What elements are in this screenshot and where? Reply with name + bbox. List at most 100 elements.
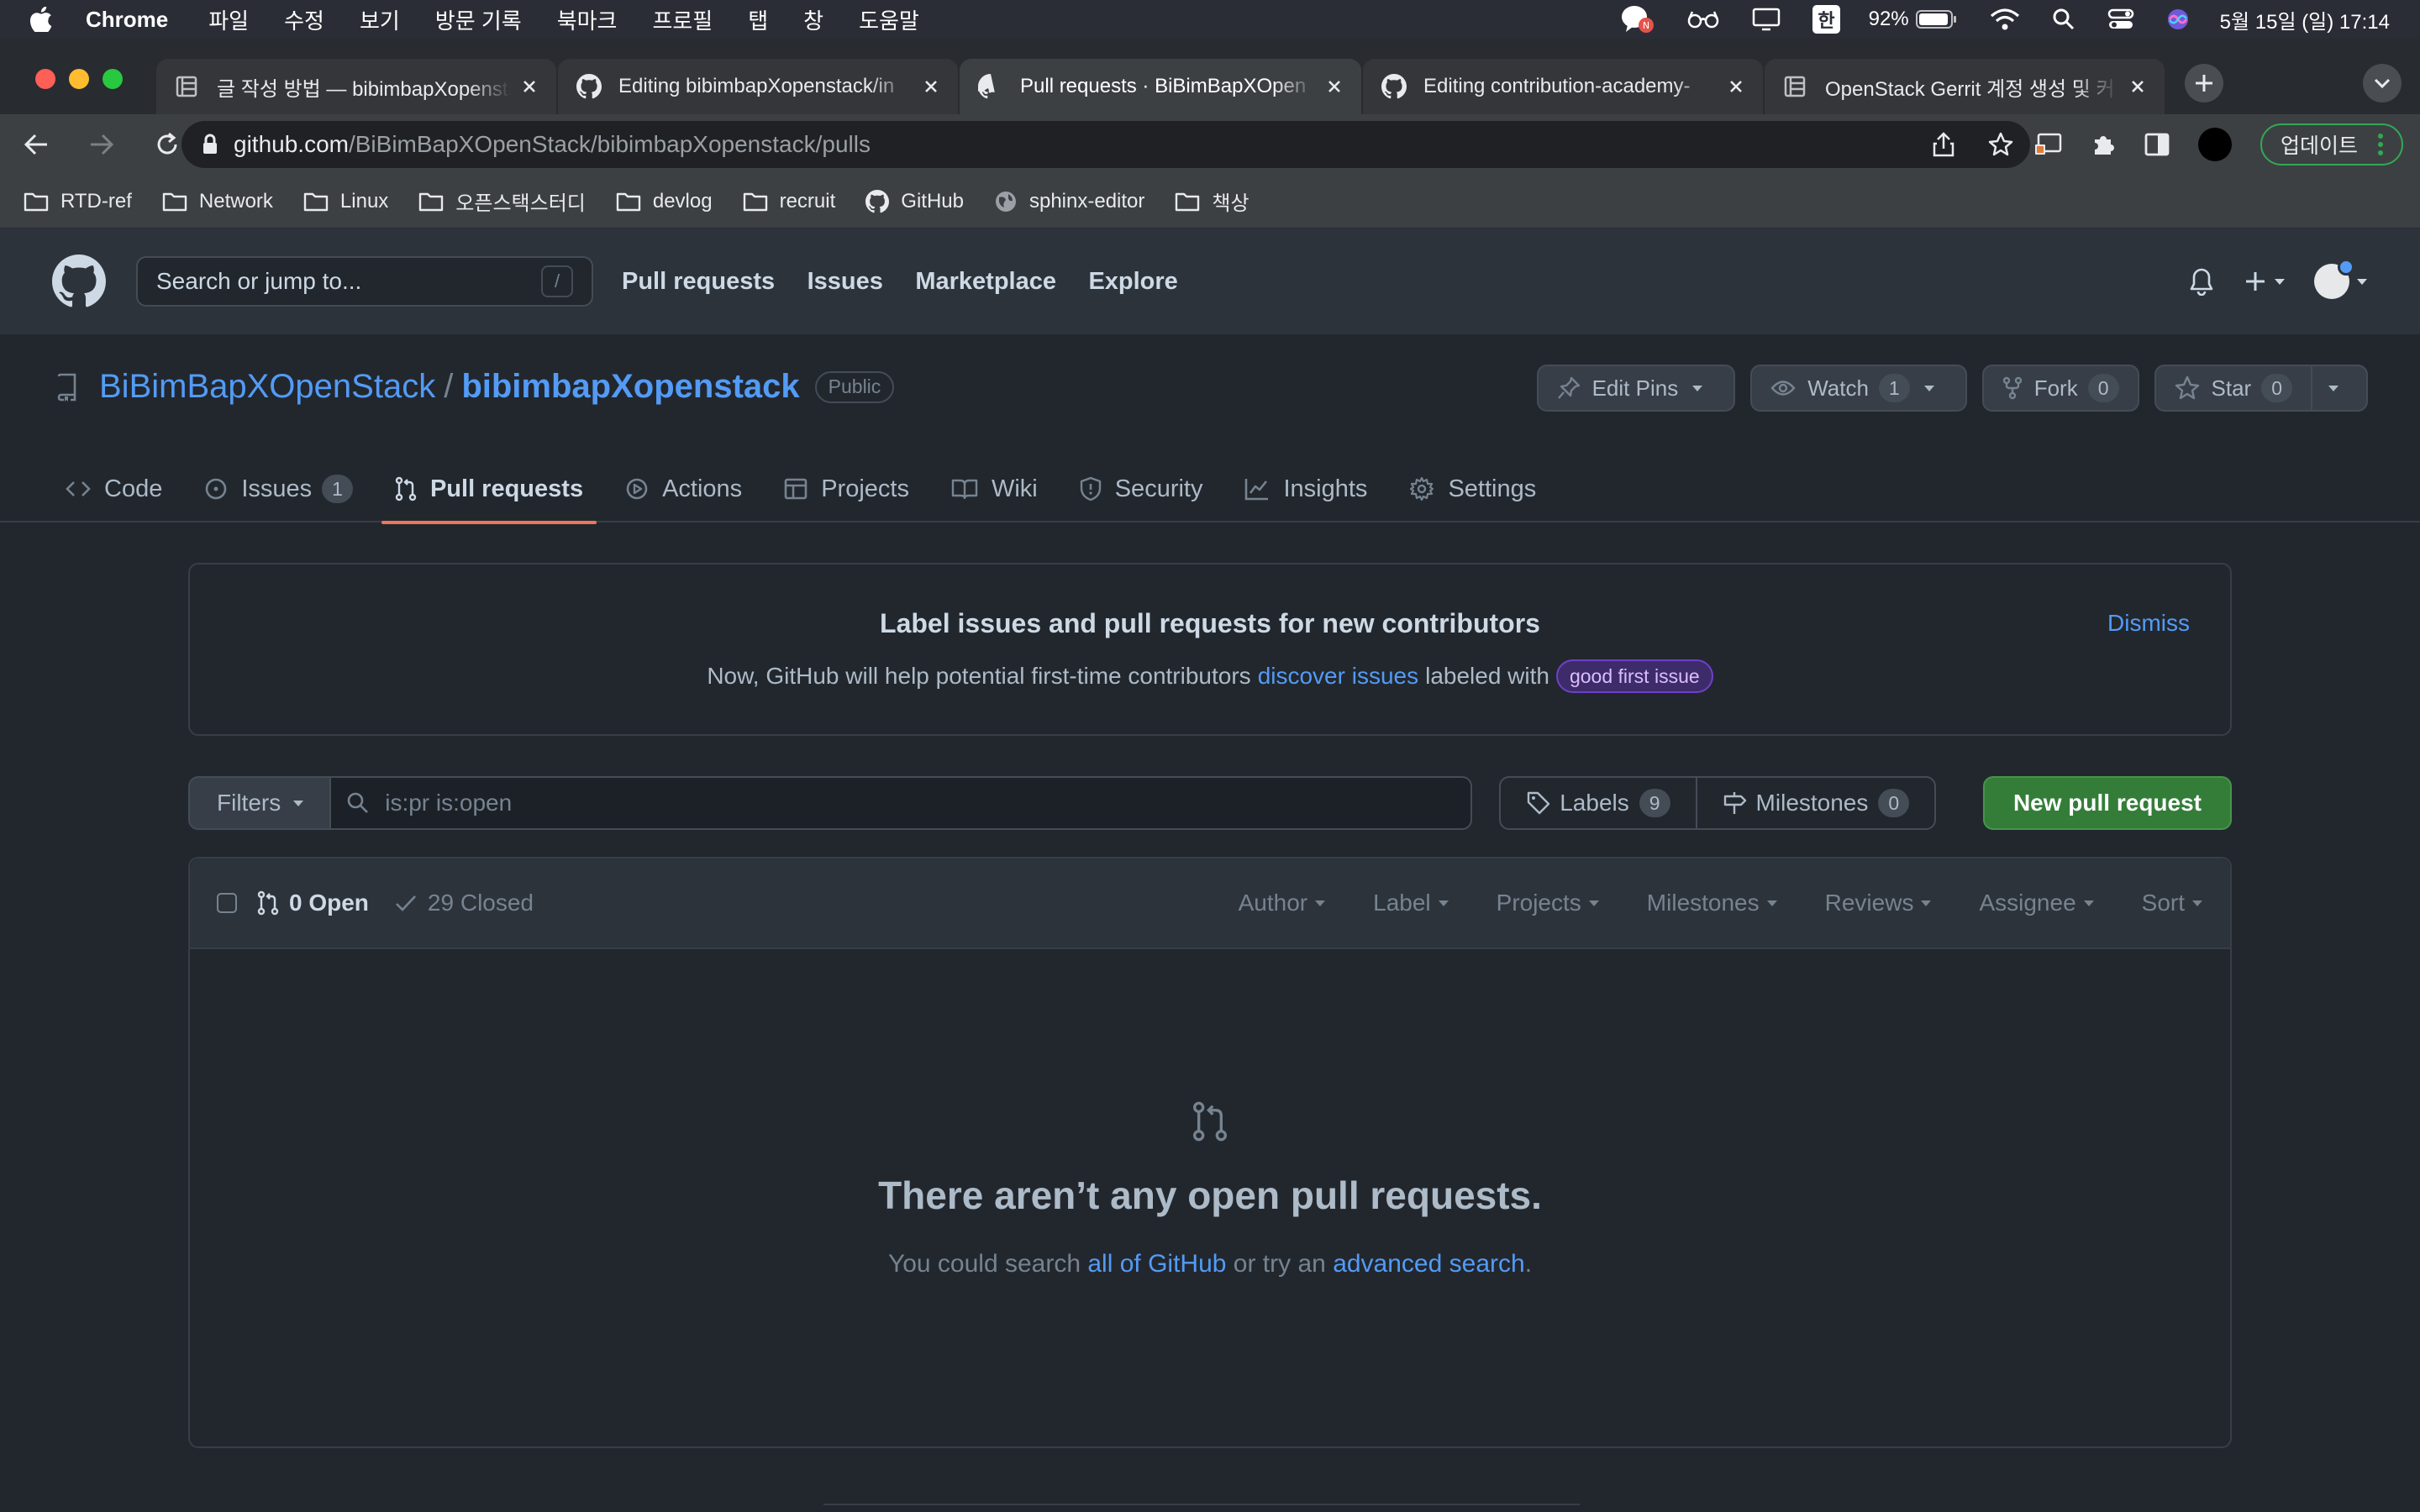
tab-insights[interactable]: Insights [1231, 455, 1381, 522]
bookmark-openstack-study[interactable]: 오픈스택스터디 [418, 186, 586, 216]
new-tab-button[interactable] [2185, 64, 2223, 102]
bookmark-sphinx-editor[interactable]: sphinx-editor [994, 190, 1144, 213]
menu-help[interactable]: 도움말 [859, 4, 919, 35]
menu-app-name[interactable]: Chrome [86, 7, 168, 33]
nav-explore[interactable]: Explore [1088, 268, 1177, 295]
share-icon[interactable] [1933, 132, 1954, 157]
close-window-button[interactable] [35, 69, 55, 89]
bookmark-devlog[interactable]: devlog [616, 190, 713, 213]
edit-pins-button[interactable]: Edit Pins [1536, 365, 1736, 412]
fork-button[interactable]: Fork 0 [1981, 365, 2139, 412]
bookmark-recruit[interactable]: recruit [743, 190, 835, 213]
browser-tab-1[interactable]: 글 작성 방법 — bibimbapXopenstack [156, 59, 556, 114]
side-panel-icon[interactable] [2144, 133, 2170, 156]
bookmark-linux[interactable]: Linux [303, 190, 388, 213]
reviews-filter[interactable]: Reviews [1825, 890, 1933, 916]
tab-settings[interactable]: Settings [1396, 455, 1549, 522]
tab-search-button[interactable] [2363, 64, 2402, 102]
advanced-search-link[interactable]: advanced search [1333, 1250, 1525, 1278]
tab-projects[interactable]: Projects [771, 455, 923, 522]
dismiss-button[interactable]: Dismiss [2107, 610, 2190, 637]
menu-edit[interactable]: 수정 [284, 4, 324, 35]
extensions-icon[interactable] [2091, 132, 2116, 157]
browser-tab-active[interactable]: Pull requests · BiBimBapXOpen [960, 59, 1361, 114]
bookmark-rtd-ref[interactable]: RTD-ref [24, 190, 132, 213]
tab-security[interactable]: Security [1066, 455, 1217, 522]
wifi-icon[interactable] [1990, 8, 2020, 31]
bookmark-github[interactable]: GitHub [865, 189, 964, 213]
filters-dropdown[interactable]: Filters [188, 776, 332, 830]
user-menu-dropdown[interactable] [2314, 259, 2368, 299]
menu-history[interactable]: 방문 기록 [435, 4, 522, 35]
input-source-icon[interactable]: 한 [1812, 5, 1840, 34]
zoom-window-button[interactable] [103, 69, 123, 89]
good-first-issue-label[interactable]: good first issue [1555, 659, 1713, 693]
browser-tab-4[interactable]: Editing contribution-academy- [1363, 59, 1763, 114]
forward-button[interactable] [89, 133, 114, 156]
control-center-icon[interactable] [2107, 8, 2134, 31]
tab-code[interactable]: Code [52, 455, 176, 522]
close-tab-icon[interactable] [2129, 78, 2146, 95]
minimize-window-button[interactable] [69, 69, 89, 89]
tab-issues[interactable]: Issues 1 [191, 455, 366, 522]
notifications-bell-icon[interactable] [2188, 267, 2215, 296]
tab-actions[interactable]: Actions [612, 455, 755, 522]
siri-icon[interactable] [2166, 8, 2190, 31]
reload-button[interactable] [155, 132, 180, 157]
repo-owner-link[interactable]: BiBimBapXOpenStack [99, 368, 435, 406]
apple-icon[interactable] [30, 7, 55, 32]
spotlight-search-icon[interactable] [2052, 8, 2075, 31]
nav-pull-requests[interactable]: Pull requests [622, 268, 775, 295]
labels-button[interactable]: Labels 9 [1501, 778, 1695, 828]
star-list-dropdown[interactable] [2311, 366, 2366, 410]
menu-view[interactable]: 보기 [360, 4, 400, 35]
browser-tab-2[interactable]: Editing bibimbapXopenstack/in [558, 59, 958, 114]
close-tab-icon[interactable] [1728, 78, 1744, 95]
projects-filter[interactable]: Projects [1497, 890, 1600, 916]
global-search-input[interactable]: Search or jump to... / [136, 256, 593, 307]
lock-icon[interactable] [202, 134, 218, 155]
all-of-github-link[interactable]: all of GitHub [1087, 1250, 1226, 1278]
close-tab-icon[interactable] [521, 78, 538, 95]
repo-name-link[interactable]: bibimbapXopenstack [461, 368, 799, 406]
close-tab-icon[interactable] [1326, 78, 1343, 95]
battery-icon[interactable] [1915, 9, 1958, 29]
update-button[interactable]: 업데이트 [2260, 123, 2403, 165]
author-filter[interactable]: Author [1239, 890, 1327, 916]
sort-filter[interactable]: Sort [2142, 890, 2203, 916]
menu-window[interactable]: 창 [803, 4, 823, 35]
cast-icon[interactable] [2033, 133, 2062, 156]
watch-button[interactable]: Watch 1 [1750, 365, 1967, 412]
closed-prs-toggle[interactable]: 29 Closed [394, 890, 534, 916]
profile-avatar[interactable] [2197, 128, 2232, 161]
discover-issues-link[interactable]: discover issues [1258, 663, 1418, 690]
back-button[interactable] [24, 133, 49, 156]
github-logo-icon[interactable] [52, 255, 106, 308]
select-all-checkbox[interactable] [217, 893, 237, 913]
tab-pull-requests[interactable]: Pull requests [381, 455, 597, 524]
new-pull-request-button[interactable]: New pull request [1982, 776, 2232, 830]
milestones-button[interactable]: Milestones 0 [1695, 778, 1935, 828]
pr-search-input[interactable]: is:pr is:open [331, 776, 1473, 830]
menu-bookmarks[interactable]: 북마크 [557, 4, 618, 35]
nav-issues[interactable]: Issues [808, 268, 883, 295]
nav-marketplace[interactable]: Marketplace [915, 268, 1056, 295]
create-new-dropdown[interactable] [2244, 270, 2286, 293]
display-icon[interactable] [1752, 8, 1781, 31]
star-button[interactable]: Star 0 [2154, 365, 2368, 412]
assignee-filter[interactable]: Assignee [1979, 890, 2094, 916]
open-prs-toggle[interactable]: 0 Open [257, 890, 369, 916]
milestones-filter[interactable]: Milestones [1647, 890, 1778, 916]
menu-file[interactable]: 파일 [208, 4, 249, 35]
bookmark-network[interactable]: Network [162, 190, 273, 213]
bookmark-desk[interactable]: 책상 [1175, 186, 1249, 216]
close-tab-icon[interactable] [923, 78, 939, 95]
browser-tab-5[interactable]: OpenStack Gerrit 계정 생성 및 커 [1765, 59, 2165, 114]
menu-tab[interactable]: 탭 [748, 4, 768, 35]
address-bar[interactable]: github.com/BiBimBapXOpenStack/bibimbapXo… [182, 121, 2030, 168]
menu-profiles[interactable]: 프로필 [652, 4, 713, 35]
glasses-icon[interactable] [1686, 9, 1720, 29]
messenger-icon[interactable]: N [1621, 4, 1655, 34]
tab-wiki[interactable]: Wiki [938, 455, 1051, 522]
label-filter[interactable]: Label [1373, 890, 1449, 916]
